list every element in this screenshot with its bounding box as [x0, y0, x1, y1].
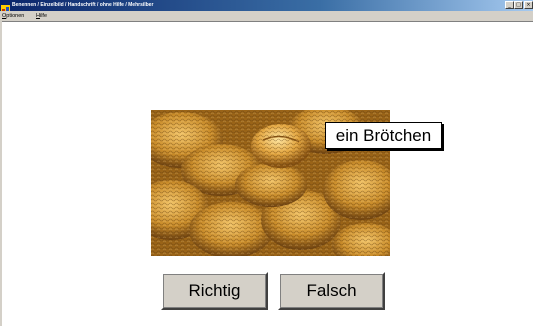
word-label: ein Brötchen: [325, 122, 442, 149]
title-bar: Benennen / Einzelbild / Handschrift / oh…: [0, 0, 533, 14]
menu-hilfe-label: ilfe: [39, 13, 48, 19]
maximize-button[interactable]: □: [514, 1, 523, 9]
wrong-button[interactable]: Falsch: [278, 272, 385, 310]
menu-bar: Optionen Hilfe: [0, 11, 533, 22]
minimize-button[interactable]: _: [505, 1, 514, 9]
menu-optionen-label: ptionen: [6, 13, 25, 19]
window-frame-left: [0, 21, 2, 326]
app-icon[interactable]: [1, 1, 10, 14]
window-title: Benennen / Einzelbild / Handschrift / oh…: [12, 2, 154, 8]
correct-button[interactable]: Richtig: [161, 272, 268, 310]
close-button[interactable]: ×: [524, 1, 533, 9]
menu-optionen[interactable]: Optionen: [2, 11, 24, 21]
menu-hilfe[interactable]: Hilfe: [36, 11, 47, 21]
